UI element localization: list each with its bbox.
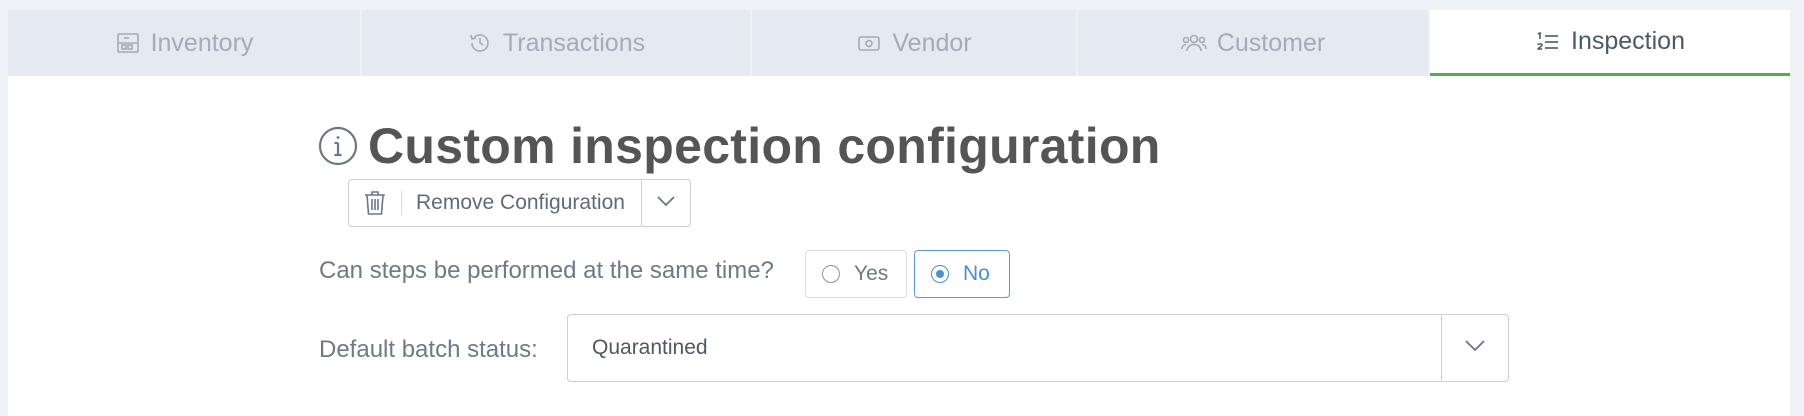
option-yes[interactable]: Yes	[805, 250, 907, 298]
money-icon	[856, 30, 882, 56]
remove-configuration-split-button: Remove Configuration	[348, 179, 691, 227]
tab-customer[interactable]: Customer	[1078, 10, 1430, 76]
info-icon[interactable]	[318, 126, 358, 166]
remove-configuration-button[interactable]: Remove Configuration	[349, 180, 641, 226]
default-batch-status-label: Default batch status:	[319, 336, 538, 363]
chevron-down-icon	[1464, 339, 1486, 357]
option-no-label: No	[963, 262, 990, 285]
tab-label: Vendor	[892, 28, 972, 57]
tab-label: Inspection	[1571, 27, 1685, 55]
tab-inventory[interactable]: Inventory	[8, 10, 362, 76]
tab-transactions[interactable]: Transactions	[362, 10, 752, 76]
remove-configuration-label: Remove Configuration	[416, 191, 625, 214]
radio-no[interactable]	[931, 265, 949, 283]
default-batch-status-value: Quarantined	[592, 336, 708, 359]
option-yes-label: Yes	[854, 262, 889, 285]
tab-label: Customer	[1216, 28, 1326, 57]
tab-bar: Inventory Transactions Vendor Customer I…	[8, 10, 1790, 76]
concurrent-steps-question: Can steps be performed at the same time?	[319, 257, 774, 284]
warehouse-icon	[115, 30, 141, 56]
select-toggle[interactable]	[1441, 315, 1508, 381]
default-batch-status-select[interactable]: Quarantined	[567, 314, 1509, 382]
remove-configuration-dropdown-toggle[interactable]	[640, 180, 690, 226]
option-no[interactable]: No	[914, 250, 1010, 298]
tab-vendor[interactable]: Vendor	[752, 10, 1078, 76]
page-header: Custom inspection configuration	[318, 117, 1161, 175]
button-separator	[401, 191, 402, 215]
page-title: Custom inspection configuration	[368, 118, 1161, 174]
tab-label: Inventory	[150, 28, 254, 57]
tab-inspection[interactable]: Inspection	[1430, 10, 1790, 76]
history-icon	[467, 30, 493, 56]
ordered-list-icon	[1535, 29, 1561, 55]
chevron-down-icon	[656, 194, 676, 212]
tab-label: Transactions	[502, 28, 646, 57]
trash-icon	[363, 189, 387, 217]
users-icon	[1181, 30, 1207, 56]
radio-yes[interactable]	[822, 265, 840, 283]
